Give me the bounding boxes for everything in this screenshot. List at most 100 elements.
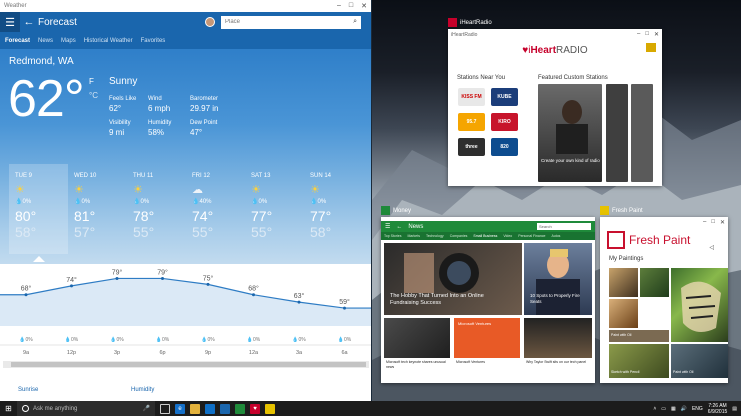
file-explorer-icon[interactable] (190, 403, 200, 414)
close-icon[interactable]: ✕ (654, 31, 659, 38)
top-story-tile[interactable]: The Hobby That Turned Into an Online Fun… (384, 243, 522, 315)
cortana-search[interactable]: Ask me anything 🎤 (17, 401, 155, 416)
day-tile[interactable]: THU 11 ☀ 💧0% 78° 55° (127, 164, 186, 254)
system-tray: ˄ ▭ ▦ 🔊 ENG 7:26 AM 6/9/2015 ▤ (653, 403, 741, 415)
subnav-item[interactable]: Technology (426, 234, 444, 238)
subnav-item[interactable]: Video (503, 234, 512, 238)
featured-station-tile[interactable] (606, 84, 628, 182)
painting-thumbnail[interactable] (609, 299, 638, 328)
iheart-window[interactable]: iHeartRadio – □ ✕ ♥ i Heart RADIO Stations N… (448, 29, 662, 186)
stat-value: 47° (190, 128, 203, 137)
station-logo[interactable]: three (458, 138, 485, 156)
station-logo[interactable]: 95.7 (458, 113, 485, 131)
close-icon[interactable]: ✕ (361, 2, 367, 10)
painting-thumbnail[interactable]: Sketch with Pencil (609, 344, 669, 378)
money-window[interactable]: ☰ ← News Search Top Stories Markets Tech… (381, 217, 595, 383)
scrollbar-thumb[interactable] (11, 362, 366, 367)
weather-app-icon[interactable] (220, 403, 230, 414)
store-icon[interactable] (205, 403, 215, 414)
close-icon[interactable]: ✕ (720, 219, 725, 226)
notifications-icon[interactable]: ▤ (732, 406, 737, 412)
painting-thumbnail[interactable] (609, 268, 638, 297)
microphone-icon[interactable]: 🎤 (143, 405, 150, 412)
clock[interactable]: 7:26 AM 6/9/2015 (708, 403, 727, 415)
maximize-icon[interactable]: □ (711, 219, 715, 226)
story-tile[interactable]: Microsoft tech keynote shares unusual ne… (384, 318, 450, 380)
hamburger-menu-icon[interactable]: ☰ (0, 12, 20, 32)
story-headline: Why Taylor Swift sits on our tech panel (526, 360, 587, 364)
tab-maps[interactable]: Maps (61, 38, 76, 44)
up-chevron-icon[interactable]: ˄ (653, 406, 656, 412)
featured-station-tile[interactable] (538, 84, 602, 182)
painting-thumbnail[interactable] (640, 268, 669, 297)
task-view-icon[interactable] (160, 403, 170, 414)
iheart-app-icon[interactable]: ♥ (250, 403, 260, 414)
avatar[interactable] (205, 17, 215, 27)
freshpaint-app-icon[interactable] (265, 403, 275, 414)
back-arrow-icon[interactable]: ← (20, 16, 38, 28)
tiger-painting (681, 281, 721, 332)
day-tile[interactable]: SAT 13 ☀ 💧0% 77° 55° (245, 164, 304, 254)
freshpaint-window[interactable]: – □ ✕ Fresh Paint ◁ My Paintings Paint wit… (600, 217, 728, 383)
volume-icon[interactable]: 🔊 (681, 406, 687, 412)
day-tile[interactable]: TUE 9 ☀ 💧0% 80° 58° (9, 164, 68, 254)
money-task-label[interactable]: Money (381, 206, 411, 215)
search-box[interactable]: ⌕ (221, 15, 361, 29)
subnav-item[interactable]: Markets (408, 234, 420, 238)
day-name: FRI 12 (192, 173, 211, 179)
unit-f[interactable]: F (89, 75, 98, 89)
tab-favorites[interactable]: Favorites (141, 38, 166, 44)
unit-toggle[interactable]: F °C (89, 75, 98, 103)
freshpaint-task-label[interactable]: Fresh Paint (600, 206, 643, 215)
search-input[interactable]: Search (537, 223, 591, 230)
day-tile[interactable]: WED 10 ☀ 💧0% 81° 57° (68, 164, 127, 254)
subnav-item[interactable]: Autos (551, 234, 560, 238)
search-input[interactable] (225, 19, 335, 25)
back-arrow-icon[interactable]: ← (396, 224, 402, 230)
subnav-item[interactable]: Personal Finance (518, 234, 545, 238)
battery-icon[interactable]: ▭ (661, 406, 666, 412)
day-tile[interactable]: FRI 12 ☁ 💧40% 74° 55° (186, 164, 245, 254)
tab-forecast[interactable]: Forecast (5, 38, 30, 44)
network-icon[interactable]: ▦ (671, 406, 676, 412)
location-name: Redmond, WA (9, 56, 74, 67)
station-logo[interactable]: KIRO (491, 113, 518, 131)
featured-station-tile[interactable] (631, 84, 653, 182)
day-tile[interactable]: SUN 14 ☀ 💧0% 77° 58° (304, 164, 363, 254)
tab-news[interactable]: News (38, 38, 53, 44)
money-app-icon[interactable] (235, 403, 245, 414)
user-button[interactable] (646, 43, 656, 52)
hamburger-menu-icon[interactable]: ☰ (385, 223, 390, 230)
iheart-task-label[interactable]: iHeartRadio (448, 18, 492, 27)
maximize-icon[interactable]: □ (349, 2, 353, 10)
maximize-icon[interactable]: □ (645, 31, 649, 38)
minimize-icon[interactable]: – (637, 31, 640, 38)
minimize-icon[interactable]: – (703, 219, 706, 226)
story-tile[interactable]: Microsoft Ventures Microsoft Ventures (454, 318, 520, 380)
language-indicator[interactable]: ENG (692, 406, 703, 412)
precip-chance: 💧0% (310, 199, 327, 205)
precip-label: 💧0% (292, 336, 306, 343)
painting-thumbnail[interactable]: Paint with Oil (671, 344, 728, 378)
station-logo[interactable]: KUBE (491, 88, 518, 106)
window-title: Weather (4, 3, 27, 9)
story-tile[interactable]: 10 Spots to Properly Fire Seats (524, 243, 592, 315)
subnav-item[interactable]: Small Business (473, 234, 497, 238)
edge-icon[interactable]: e (175, 403, 185, 414)
story-tile[interactable]: Why Taylor Swift sits on our tech panel (524, 318, 592, 380)
humidity-label: Humidity (131, 387, 155, 393)
minimize-icon[interactable]: – (337, 2, 341, 10)
subnav-item[interactable]: Companies (450, 234, 468, 238)
unit-c[interactable]: °C (89, 89, 98, 103)
tab-historical-weather[interactable]: Historical Weather (84, 38, 133, 44)
station-logo[interactable]: 820 (491, 138, 518, 156)
search-icon[interactable]: ⌕ (353, 18, 357, 26)
start-windows-icon[interactable]: ⊞ (0, 401, 17, 416)
stat-feels-like: Feels Like 62° (109, 95, 136, 113)
share-icon[interactable]: ◁ (709, 244, 714, 251)
subnav-item[interactable]: Top Stories (384, 234, 402, 238)
hourly-scrollbar[interactable] (3, 361, 369, 368)
featured-painting[interactable] (671, 268, 728, 342)
painting-thumbnail[interactable]: Paint with Oil (609, 330, 669, 342)
station-logo[interactable]: KISS FM (458, 88, 485, 106)
